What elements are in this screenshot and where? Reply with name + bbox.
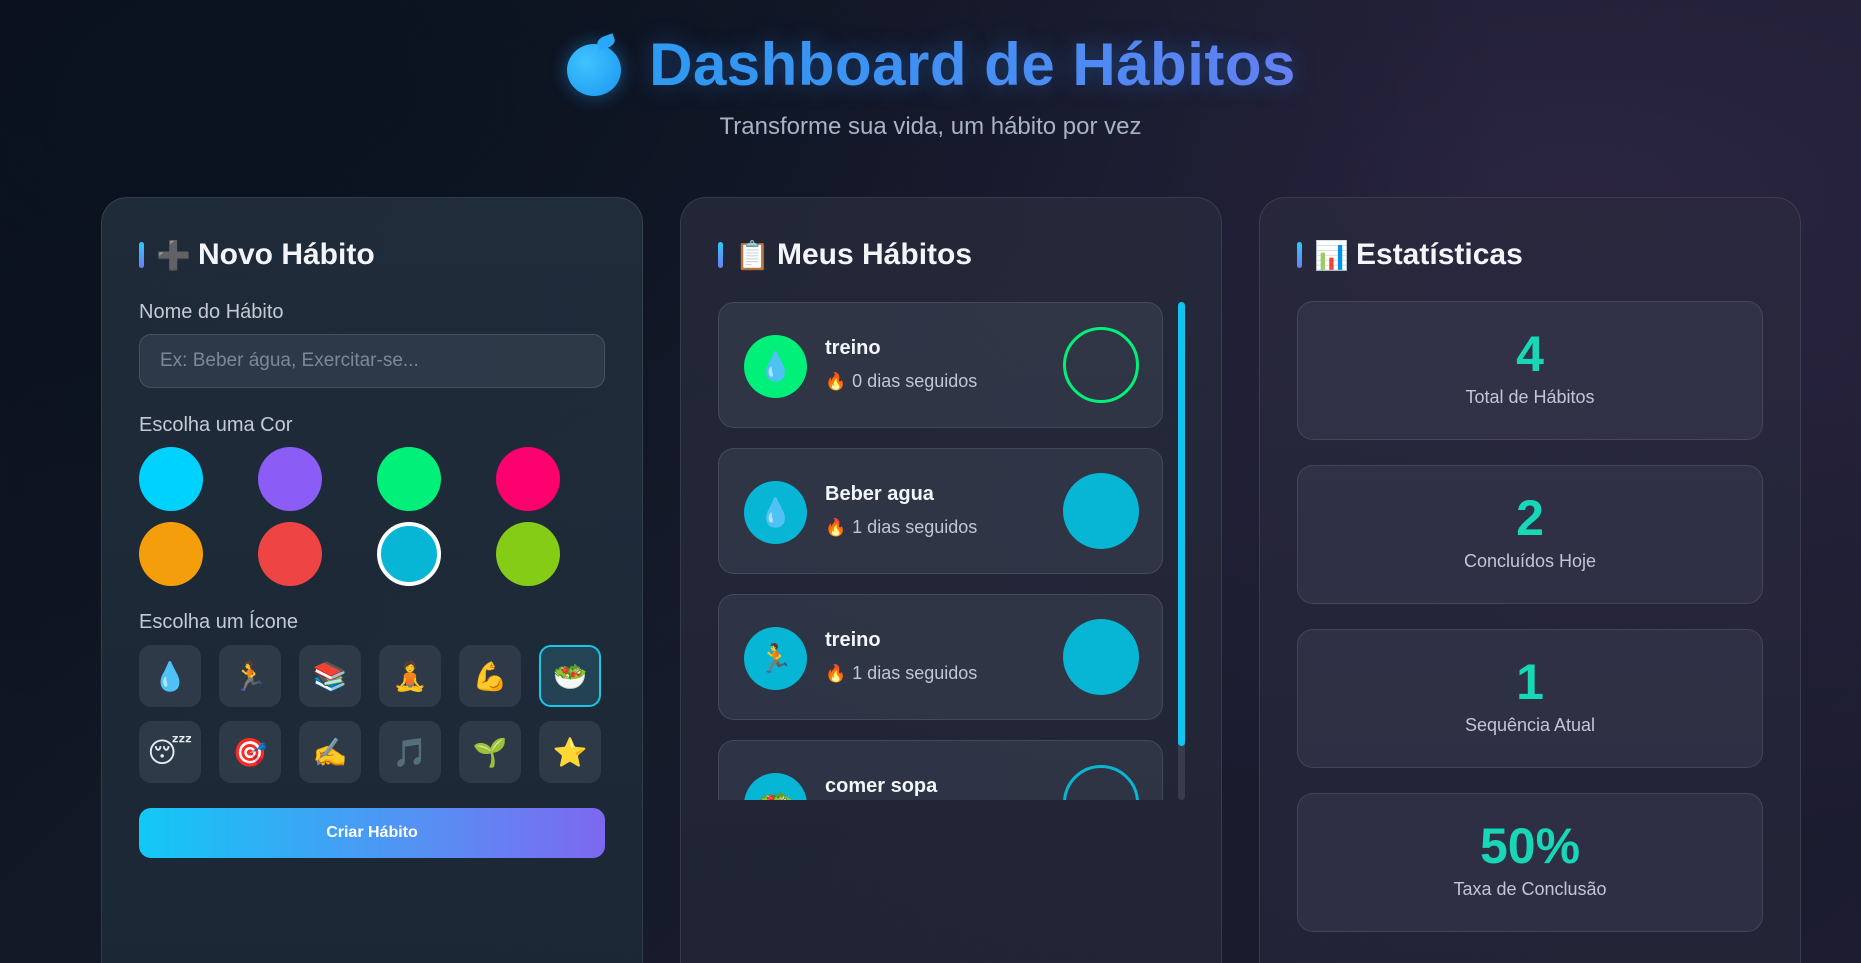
habit-card[interactable]: 🏃 treino 🔥 1 dias seguidos (718, 594, 1163, 720)
accent-bar (1297, 242, 1302, 268)
icon-option[interactable]: 🎵 (379, 721, 441, 783)
apple-icon (565, 32, 627, 96)
habits-header: 📋 Meus Hábitos (718, 238, 972, 272)
color-swatch[interactable] (139, 447, 203, 511)
new-habit-panel: ➕ Novo Hábito Nome do Hábito Escolha uma… (101, 197, 643, 963)
habit-card[interactable]: 💧 treino 🔥 0 dias seguidos (718, 302, 1163, 428)
habit-name: Beber agua (825, 483, 934, 505)
accent-bar (139, 242, 144, 268)
habit-icon: 🥗 (744, 773, 807, 800)
habit-complete-toggle[interactable] (1063, 327, 1139, 403)
scrollbar[interactable] (1178, 302, 1185, 800)
color-swatch[interactable] (258, 447, 322, 511)
icon-option[interactable]: 🎯 (219, 721, 281, 783)
color-swatch[interactable] (496, 447, 560, 511)
habit-streak: 🔥 0 dias seguidos (825, 371, 977, 392)
stat-label: Taxa de Conclusão (1453, 878, 1607, 899)
icon-option[interactable]: ✍️ (299, 721, 361, 783)
habit-name: treino (825, 629, 881, 651)
new-habit-title: Novo Hábito (198, 238, 375, 271)
icon-option[interactable]: 🏃 (219, 645, 281, 707)
scrollbar-thumb[interactable] (1178, 302, 1185, 746)
habit-complete-toggle[interactable] (1063, 765, 1139, 800)
icon-option[interactable]: 😴 (139, 721, 201, 783)
stat-value: 4 (1516, 326, 1544, 382)
habit-streak-text: 1 dias seguidos (852, 517, 978, 537)
stat-label: Sequência Atual (1464, 714, 1596, 735)
flame-icon: 🔥 (825, 371, 847, 391)
flame-icon: 🔥 (825, 663, 847, 683)
icon-option[interactable]: 📚 (299, 645, 361, 707)
create-habit-button[interactable]: Criar Hábito (139, 808, 605, 858)
color-label: Escolha uma Cor (139, 414, 293, 436)
icon-option[interactable]: 🌱 (459, 721, 521, 783)
habit-icon: 💧 (744, 335, 807, 398)
stat-label: Total de Hábitos (1465, 386, 1595, 407)
habit-streak-text: 0 dias seguidos (852, 371, 978, 391)
habit-icon: 🏃 (744, 627, 807, 690)
icon-option[interactable]: 🥗 (539, 645, 601, 707)
habit-streak: 🔥 1 dias seguidos (825, 517, 977, 538)
habit-list[interactable]: 💧 treino 🔥 0 dias seguidos 💧 Beber agua 🔥 1 dia… (718, 302, 1166, 800)
color-swatch[interactable] (496, 522, 560, 586)
stat-card: 1 Sequência Atual (1297, 629, 1763, 768)
clipboard-icon: 📋 (735, 239, 770, 271)
habit-name: treino (825, 337, 881, 359)
flame-icon: 🔥 (825, 517, 847, 537)
stat-card: 2 Concluídos Hoje (1297, 465, 1763, 604)
stat-card: 4 Total de Hábitos (1297, 301, 1763, 440)
color-swatch[interactable] (139, 522, 203, 586)
stats-panel: 📊 Estatísticas 4 Total de Hábitos 2 Concluí… (1259, 197, 1801, 963)
page-header: Dashboard de Hábitos Transforme sua vida… (0, 0, 1861, 141)
stats-header: 📊 Estatísticas (1297, 238, 1523, 272)
habit-card[interactable]: 💧 Beber agua 🔥 1 dias seguidos (718, 448, 1163, 574)
color-picker (139, 447, 560, 586)
accent-bar (718, 242, 723, 268)
habits-panel: 📋 Meus Hábitos 💧 treino 🔥 0 dias seguidos 💧 B… (680, 197, 1222, 963)
plus-icon: ➕ (156, 239, 191, 271)
stat-label: Concluídos Hoje (1463, 550, 1597, 571)
habit-complete-toggle[interactable] (1063, 619, 1139, 695)
habit-streak: 🔥 1 dias seguidos (825, 663, 977, 684)
habit-name-label: Nome do Hábito (139, 301, 284, 323)
bar-chart-icon: 📊 (1314, 239, 1349, 271)
icon-label: Escolha um Ícone (139, 611, 298, 633)
stat-value: 50% (1479, 818, 1581, 874)
stats-title: Estatísticas (1356, 238, 1523, 271)
icon-option[interactable]: 💧 (139, 645, 201, 707)
page-title: Dashboard de Hábitos (649, 31, 1296, 98)
habit-complete-toggle[interactable] (1063, 473, 1139, 549)
habit-streak-text: 1 dias seguidos (852, 663, 978, 683)
new-habit-header: ➕ Novo Hábito (139, 238, 375, 272)
color-swatch[interactable] (377, 447, 441, 511)
title-row: Dashboard de Hábitos (0, 30, 1861, 99)
habit-icon: 💧 (744, 481, 807, 544)
icon-picker: 💧 🏃 📚 🧘 💪 🥗 😴 🎯 ✍️ 🎵 🌱 ⭐ (139, 645, 601, 783)
color-swatch[interactable] (258, 522, 322, 586)
stat-value: 1 (1516, 654, 1544, 710)
icon-option[interactable]: 🧘 (379, 645, 441, 707)
icon-option[interactable]: 💪 (459, 645, 521, 707)
page-subtitle: Transforme sua vida, um hábito por vez (719, 113, 1142, 140)
stat-value: 2 (1516, 490, 1544, 546)
icon-option[interactable]: ⭐ (539, 721, 601, 783)
habit-name-input[interactable] (139, 334, 605, 388)
stat-card: 50% Taxa de Conclusão (1297, 793, 1763, 932)
color-swatch[interactable] (377, 522, 441, 586)
habit-name: comer sopa (825, 775, 938, 797)
habit-card[interactable]: 🥗 comer sopa (718, 740, 1163, 800)
habits-title: Meus Hábitos (777, 238, 973, 271)
